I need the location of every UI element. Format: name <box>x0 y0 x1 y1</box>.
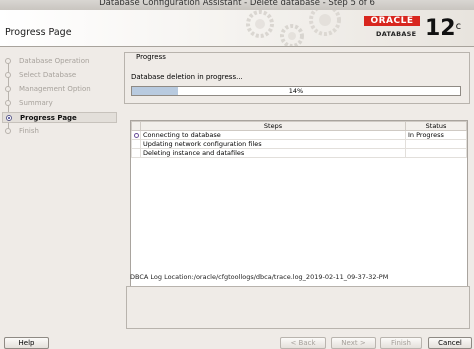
table-row-icon-cell <box>131 139 141 149</box>
step-current-icon <box>6 115 12 121</box>
step-done-icon <box>5 86 11 92</box>
sidebar-item-label: Management Option <box>19 85 91 93</box>
footer-bar: Help < Back Next > Finish Cancel <box>0 333 474 349</box>
oracle-database-label: DATABASE <box>376 30 417 38</box>
table-row[interactable]: Deleting instance and datafiles <box>131 148 467 158</box>
gears-decoration-icon <box>246 10 341 46</box>
next-button[interactable]: Next > <box>331 337 376 349</box>
window-titlebar: Database Configuration Assistant - Delet… <box>0 0 474 10</box>
progress-percent-label: 14% <box>288 87 304 95</box>
log-details-area[interactable] <box>126 286 470 329</box>
window-title: Database Configuration Assistant - Delet… <box>99 0 375 8</box>
sidebar-item-progress-page[interactable]: Progress Page <box>2 112 117 123</box>
table-row-icon-cell <box>131 130 141 140</box>
back-button[interactable]: < Back <box>280 337 326 349</box>
sidebar-item-select-database[interactable]: Select Database <box>2 70 117 81</box>
page-title: Progress Page <box>5 27 72 38</box>
table-header-row: Steps Status <box>131 121 467 131</box>
sidebar-item-label: Database Operation <box>19 57 90 65</box>
sidebar-item-label: Finish <box>19 127 39 135</box>
sidebar-item-management-option[interactable]: Management Option <box>2 84 117 95</box>
version-badge: 12c <box>425 17 461 41</box>
sidebar-item-label: Summary <box>19 99 53 107</box>
sidebar-item-finish: Finish <box>2 126 117 137</box>
steps-sidebar: Database Operation Select Database Manag… <box>0 47 120 332</box>
table-row[interactable]: Connecting to database In Progress <box>131 130 467 140</box>
table-header-status[interactable]: Status <box>405 121 467 131</box>
sidebar-item-database-operation[interactable]: Database Operation <box>2 56 117 67</box>
step-done-icon <box>5 58 11 64</box>
help-button[interactable]: Help <box>4 337 49 349</box>
table-header-steps[interactable]: Steps <box>140 121 406 131</box>
cancel-button[interactable]: Cancel <box>428 337 472 349</box>
table-row-icon-cell <box>131 148 141 158</box>
table-row-status <box>405 148 467 158</box>
version-suffix: c <box>455 21 462 32</box>
step-done-icon <box>5 72 11 78</box>
progress-status-text: Database deletion in progress... <box>131 73 243 81</box>
version-number: 12 <box>425 16 456 41</box>
header-banner: Progress Page ORACLE DATABASE 12c <box>0 10 474 47</box>
table-row-step: Connecting to database <box>140 130 406 140</box>
main-content: Progress Database deletion in progress..… <box>124 47 472 332</box>
sidebar-item-label: Progress Page <box>20 114 77 122</box>
oracle-logo: ORACLE <box>364 16 420 26</box>
step-pending-icon <box>5 128 11 134</box>
table-row-status: In Progress <box>405 130 467 140</box>
progress-bar: 14% <box>131 86 461 96</box>
sidebar-item-summary[interactable]: Summary <box>2 98 117 109</box>
table-row[interactable]: Updating network configuration files <box>131 139 467 149</box>
log-location-text: DBCA Log Location:/oracle/cfgtoollogs/db… <box>130 273 389 281</box>
table-row-step: Updating network configuration files <box>140 139 406 149</box>
in-progress-icon <box>134 133 139 138</box>
finish-button[interactable]: Finish <box>380 337 422 349</box>
table-row-status <box>405 139 467 149</box>
step-done-icon <box>5 100 11 106</box>
progress-group-label: Progress <box>133 53 169 61</box>
sidebar-item-label: Select Database <box>19 71 77 79</box>
table-row-step: Deleting instance and datafiles <box>140 148 406 158</box>
table-header-icon <box>131 121 141 131</box>
progress-group: Progress Database deletion in progress..… <box>124 52 470 104</box>
